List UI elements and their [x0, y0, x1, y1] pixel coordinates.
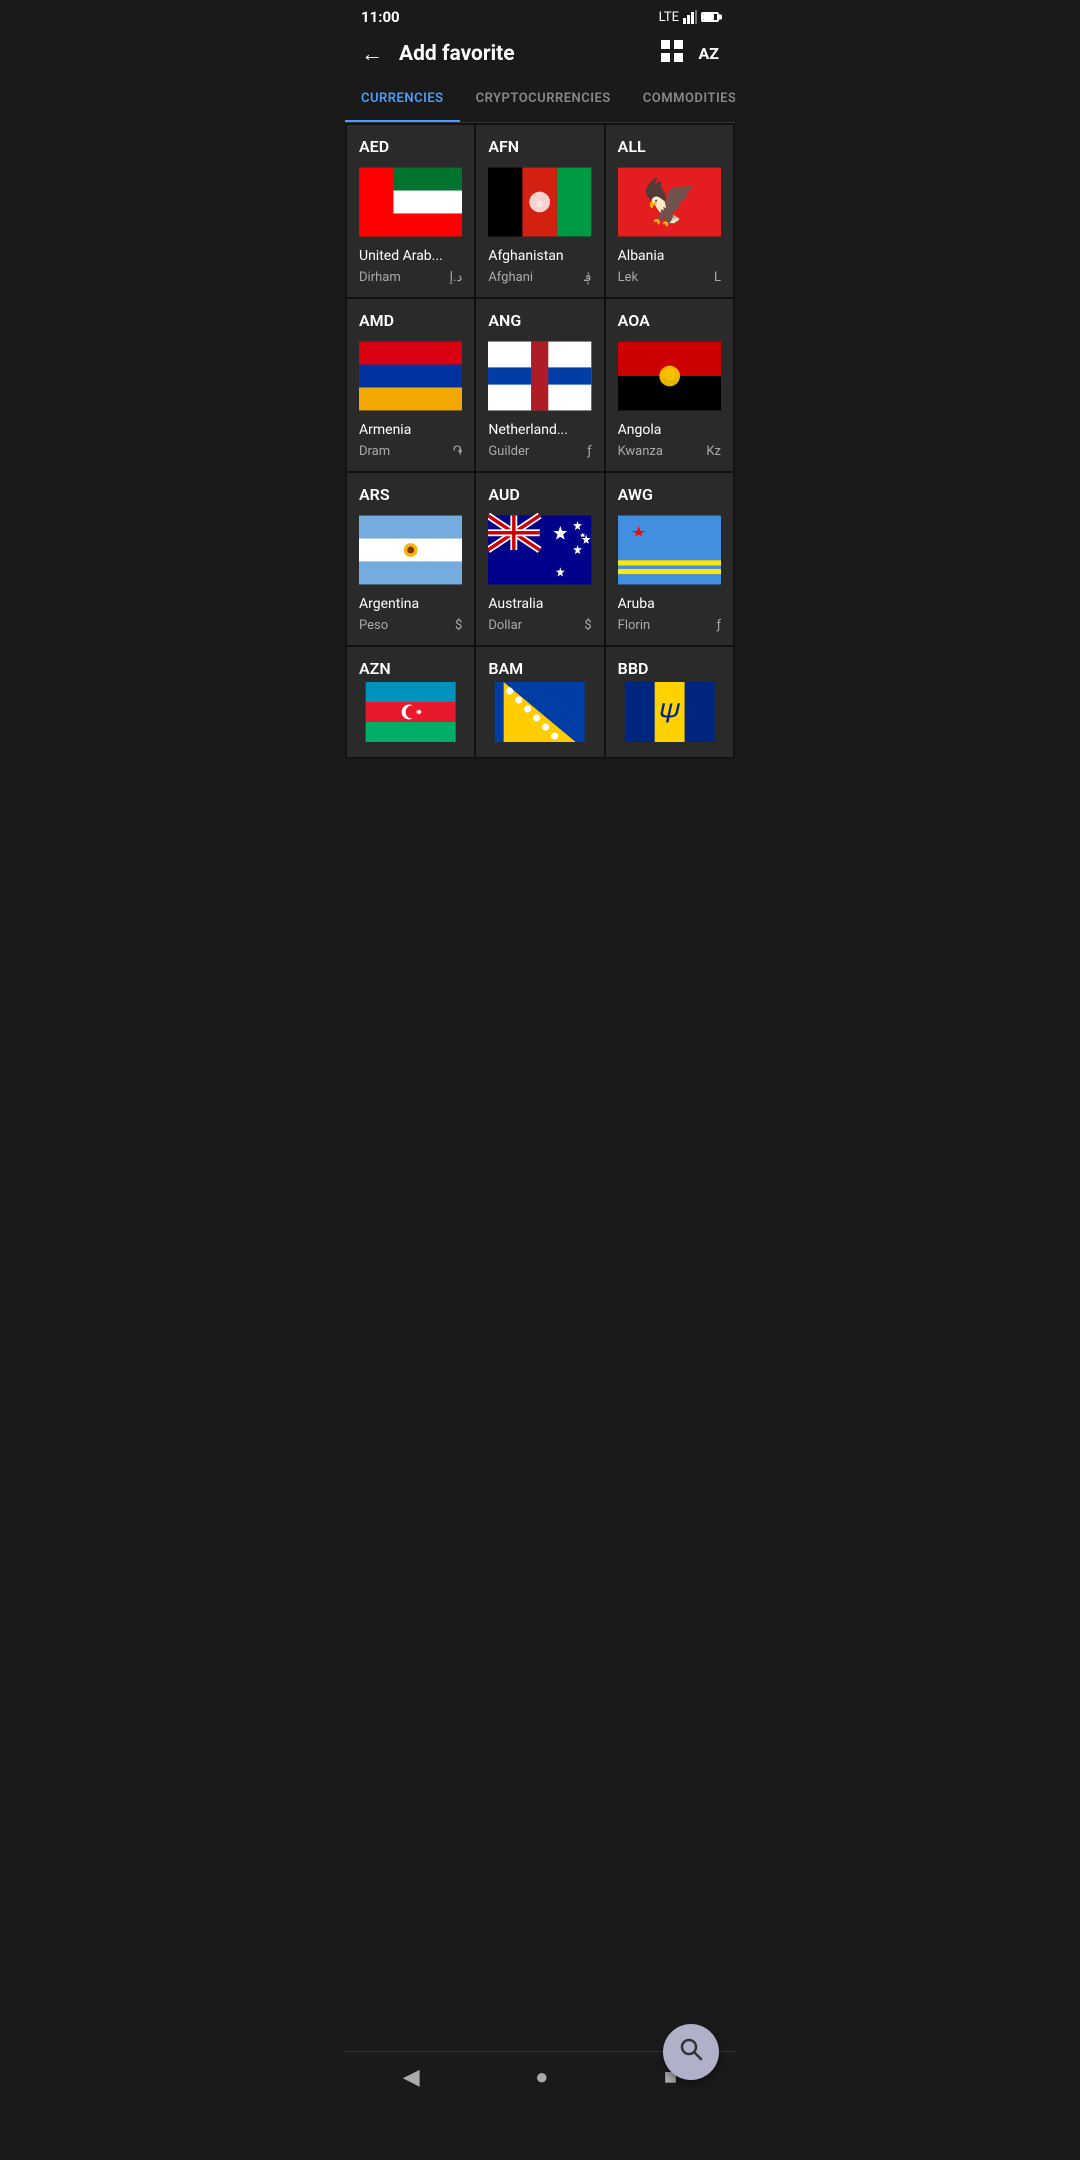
currency-card-amd[interactable]: AMD Armenia Dram ֏: [347, 299, 474, 471]
currency-code: BAM: [488, 659, 523, 678]
currency-country: Netherland...: [488, 422, 591, 438]
grid-view-button[interactable]: [661, 40, 683, 67]
currency-symbol: $: [584, 618, 591, 633]
currency-code: ALL: [618, 137, 721, 156]
currency-country: Albania: [618, 248, 721, 264]
currency-code: ANG: [488, 311, 591, 330]
currency-country: Australia: [488, 596, 591, 612]
currency-code: AED: [359, 137, 462, 156]
currency-card-aoa[interactable]: AOA ⚙ Angola Kwanza Kz: [606, 299, 733, 471]
battery-icon: [701, 12, 719, 22]
tab-cryptocurrencies[interactable]: CRYPTOCURRENCIES: [460, 77, 627, 122]
header: ← Add favorite AZ: [345, 30, 735, 77]
flag-aruba: [618, 510, 721, 590]
currency-name: Dollar: [488, 618, 522, 633]
flag-albania: 🦅: [618, 162, 721, 242]
currency-card-bam[interactable]: BAM: [476, 647, 603, 757]
flag-armenia: [359, 336, 462, 416]
currency-bottom: Dirham د.إ: [359, 270, 462, 285]
tab-currencies[interactable]: CURRENCIES: [345, 77, 460, 122]
currency-country: United Arab...: [359, 248, 462, 264]
currency-name: Florin: [618, 618, 651, 633]
currency-code: AFN: [488, 137, 591, 156]
signal-icon: [683, 10, 697, 24]
currency-code: AWG: [618, 485, 721, 504]
svg-text:𝛹: 𝛹: [659, 698, 680, 730]
currency-name: Lek: [618, 270, 638, 285]
currency-symbol: ƒ: [717, 618, 721, 633]
currency-card-aed[interactable]: AED United Arab... Dirham د.إ: [347, 125, 474, 297]
flag-argentina: [359, 510, 462, 590]
currency-code: AMD: [359, 311, 462, 330]
tab-commodities[interactable]: COMMODITIES: [627, 77, 735, 122]
nav-back-button[interactable]: ◀: [403, 2065, 420, 2090]
currency-country: Argentina: [359, 596, 462, 612]
tabs-container: CURRENCIES CRYPTOCURRENCIES COMMODITIES: [345, 77, 735, 123]
currency-card-aud[interactable]: AUD Austra: [476, 473, 603, 645]
currency-name: Kwanza: [618, 444, 663, 459]
currency-bottom: Dollar $: [488, 618, 591, 633]
currency-name: Dirham: [359, 270, 401, 285]
flag-afn: ⚙: [488, 162, 591, 242]
currency-symbol: ؋: [584, 270, 592, 285]
currency-name: Afghani: [488, 270, 533, 285]
flag-uae: [359, 162, 462, 242]
currency-card-awg[interactable]: AWG Aruba Florin ƒ: [606, 473, 733, 645]
currency-card-ars[interactable]: ARS Argentina Peso $: [347, 473, 474, 645]
partial-row: AZN BAM: [345, 647, 735, 759]
currency-symbol: Kz: [706, 444, 721, 459]
nav-home-button[interactable]: ●: [535, 2064, 548, 2090]
currency-country: Afghanistan: [488, 248, 591, 264]
flag-australia: [488, 510, 591, 590]
currency-card-azn[interactable]: AZN: [347, 647, 474, 757]
currency-symbol: $: [455, 618, 462, 633]
currency-name: Peso: [359, 618, 388, 633]
flag-barbados: 𝛹: [618, 682, 721, 742]
currency-code: AZN: [359, 659, 391, 678]
currency-code: AOA: [618, 311, 721, 330]
currency-bottom: Afghani ؋: [488, 270, 591, 285]
currency-symbol: L: [714, 270, 721, 285]
status-icons: LTE: [659, 10, 719, 25]
grid-icon: [661, 40, 683, 62]
currency-code: ARS: [359, 485, 462, 504]
status-time: 11:00: [361, 8, 400, 26]
back-button[interactable]: ←: [361, 41, 383, 67]
currency-card-bbd[interactable]: BBD 𝛹: [606, 647, 733, 757]
currency-name: Guilder: [488, 444, 529, 459]
svg-text:🦅: 🦅: [641, 176, 697, 229]
flag-ang: [488, 336, 591, 416]
currency-code: AUD: [488, 485, 591, 504]
currency-code: BBD: [618, 659, 649, 678]
search-fab[interactable]: [663, 2024, 719, 2080]
flag-azerbaijan: [359, 682, 462, 742]
svg-text:⚙: ⚙: [536, 200, 544, 210]
currency-country: Aruba: [618, 596, 721, 612]
currency-bottom: Florin ƒ: [618, 618, 721, 633]
currency-bottom: Peso $: [359, 618, 462, 633]
currency-country: Angola: [618, 422, 721, 438]
currency-card-afn[interactable]: AFN ⚙ Afghanistan Afghani ؋: [476, 125, 603, 297]
currency-bottom: Dram ֏: [359, 444, 462, 459]
currency-symbol: ֏: [453, 444, 463, 459]
sort-az-button[interactable]: AZ: [699, 44, 719, 63]
currency-name: Dram: [359, 444, 390, 459]
currency-bottom: Lek L: [618, 270, 721, 285]
svg-text:⚙: ⚙: [663, 368, 675, 384]
currency-bottom: Kwanza Kz: [618, 444, 721, 459]
currency-grid: AED United Arab... Dirham د.إ AFN ⚙: [345, 123, 735, 647]
flag-bam: [488, 682, 591, 742]
currency-symbol: د.إ: [449, 270, 462, 285]
lte-icon: LTE: [659, 10, 679, 25]
currency-card-all[interactable]: ALL 🦅 Albania Lek L: [606, 125, 733, 297]
search-icon: [678, 2036, 704, 2068]
flag-angola: ⚙: [618, 336, 721, 416]
currency-card-ang[interactable]: ANG Netherland... Guilder ƒ: [476, 299, 603, 471]
currency-country: Armenia: [359, 422, 462, 438]
page-title: Add favorite: [399, 42, 645, 66]
status-bar: 11:00 LTE: [345, 0, 735, 30]
currency-bottom: Guilder ƒ: [488, 444, 591, 459]
currency-symbol: ƒ: [587, 444, 591, 459]
